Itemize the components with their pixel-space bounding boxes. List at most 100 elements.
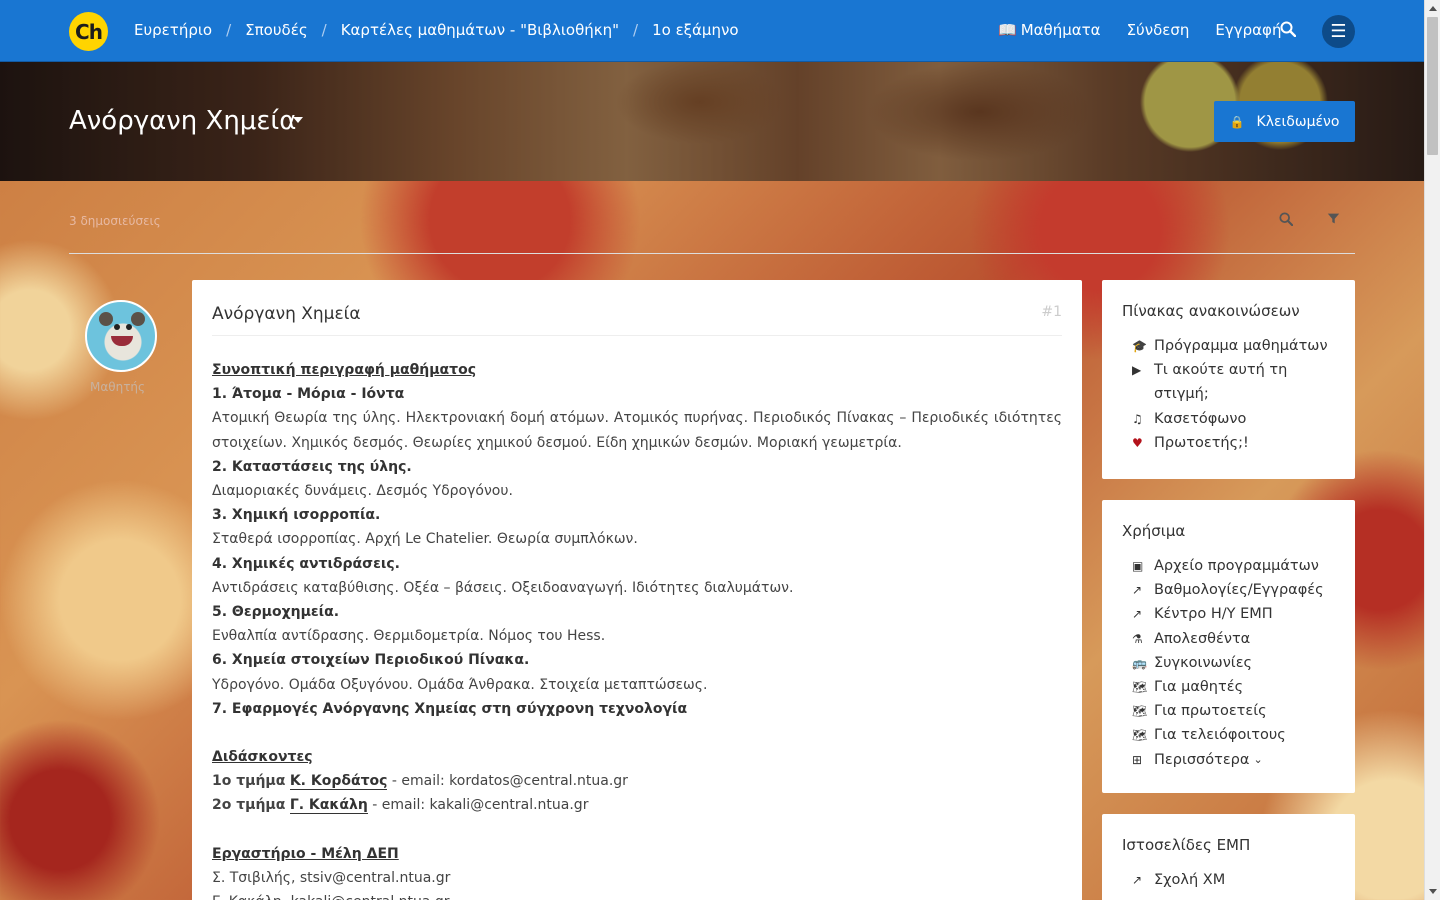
sidebar-item-transport[interactable]: 🚌 Συγκοινωνίες	[1122, 651, 1335, 675]
section-title: 6. Χημεία στοιχείων Περιοδικού Πίνακα.	[212, 652, 530, 669]
section-text: Σταθερά ισορροπίας. Αρχή Le Chatelier. Θ…	[212, 531, 638, 548]
book-icon: 📖	[998, 21, 1017, 39]
sidebar-item-label: Βαθμολογίες/Εγγραφές	[1154, 582, 1324, 599]
breadcrumb-separator: /	[321, 21, 327, 39]
email-label: - email:	[372, 797, 426, 814]
avatar[interactable]	[85, 300, 157, 372]
breadcrumb-index[interactable]: Ευρετήριο	[134, 21, 212, 39]
topic-dropdown-caret-icon[interactable]	[293, 117, 303, 123]
section-title: 4. Χημικές αντιδράσεις.	[212, 555, 400, 572]
section-text: Διαμοριακές δυνάμεις. Δεσμός Υδρογόνου.	[212, 483, 513, 500]
sidebar-item-freshmen[interactable]: 🗺 Για πρωτοετείς	[1122, 699, 1335, 723]
sidebar-item-computer-center[interactable]: ↗ Κέντρο Η/Υ ΕΜΠ	[1122, 602, 1335, 626]
site-logo[interactable]: Ch	[69, 12, 108, 51]
lock-icon: 🔒	[1229, 114, 1245, 129]
sidebar-item-label: Για πρωτοετείς	[1154, 703, 1267, 720]
section-title: 1. Άτομα - Μόρια - Ιόντα	[212, 386, 405, 403]
sidebar-item-cassette[interactable]: ♫ Κασετόφωνο	[1122, 407, 1335, 431]
breadcrumb-separator: /	[226, 21, 232, 39]
search-icon	[1280, 21, 1297, 38]
section-text: Ενθαλπία αντίδρασης. Θερμιδομετρία. Νόμο…	[212, 628, 606, 645]
sidebar-item-more[interactable]: ⊞ Περισσότερα ⌄	[1122, 748, 1335, 772]
widget-title: Ιστοσελίδες ΕΜΠ	[1122, 836, 1251, 854]
breadcrumb: Ευρετήριο / Σπουδές / Καρτέλες μαθημάτων…	[134, 21, 739, 39]
teachers-heading: Διδάσκοντες	[212, 749, 313, 766]
bus-icon: 🚌	[1132, 655, 1147, 670]
sidebar-item-students[interactable]: 🗺 Για μαθητές	[1122, 675, 1335, 699]
locked-button-label: Κλειδωμένο	[1256, 113, 1340, 130]
lab-heading: Εργαστήριο - Μέλη ΔΕΠ	[212, 845, 399, 862]
courses-link-label: Μαθήματα	[1020, 21, 1101, 39]
post-count: 3 δημοσιεύσεις	[69, 214, 161, 228]
section-title: 5. Θερμοχημεία.	[212, 604, 340, 621]
section-title: 2. Καταστάσεις της ύλης.	[212, 458, 412, 475]
plus-square-icon: ⊞	[1132, 752, 1143, 767]
sidebar-item-archive[interactable]: ▣ Αρχείο προγραμμάτων	[1122, 554, 1335, 578]
sidebar-item-freshman[interactable]: ♥ Πρωτοετής;!	[1122, 431, 1335, 455]
breadcrumb-studies[interactable]: Σπουδές	[245, 21, 307, 39]
map-icon: 🗺	[1132, 680, 1148, 695]
courses-link[interactable]: 📖 Μαθήματα	[998, 21, 1101, 39]
section-text: Υδρογόνο. Ομάδα Οξυγόνου. Ομάδα Άνθρακα.…	[212, 676, 708, 693]
register-link[interactable]: Εγγραφή	[1215, 21, 1281, 39]
teacher-link[interactable]: Γ. Κακάλη	[289, 797, 368, 815]
post-content: Συνοπτική περιγραφή μαθήματος 1. Άτομα -…	[212, 358, 1062, 900]
external-link-icon: ↗	[1132, 583, 1143, 598]
top-navbar: Ch Ευρετήριο / Σπουδές / Καρτέλες μαθημά…	[0, 0, 1424, 62]
locked-button[interactable]: 🔒 Κλειδωμένο	[1214, 101, 1355, 142]
sidebar-item-label: Περισσότερα	[1154, 751, 1250, 768]
teacher-link[interactable]: Κ. Κορδάτος	[289, 773, 388, 791]
scroll-up-icon[interactable]	[1429, 6, 1437, 11]
teacher-section-label: 1ο τμήμα	[212, 773, 286, 790]
flask-icon: ⚗	[1132, 631, 1143, 646]
scrollbar-thumb[interactable]	[1427, 17, 1438, 155]
music-icon: ♫	[1132, 411, 1143, 426]
filter-icon	[1327, 213, 1340, 224]
scroll-down-icon[interactable]	[1429, 889, 1437, 894]
sidebar-item-graduates[interactable]: 🗺 Για τελειόφοιτους	[1122, 723, 1335, 747]
search-button[interactable]	[1280, 21, 1300, 41]
sidebar-item-label: Για τελειόφοιτους	[1154, 727, 1286, 744]
breadcrumb-library[interactable]: Καρτέλες μαθημάτων - "Βιβλιοθήκη"	[341, 21, 619, 39]
sidebar-item-lost-found[interactable]: ⚗ Απολεσθέντα	[1122, 627, 1335, 651]
sidebar-item-listening[interactable]: ▶ Τι ακούτε αυτή τη στιγμή;	[1122, 358, 1335, 406]
sidebar-item-label: Πρόγραμμα μαθημάτων	[1154, 338, 1328, 354]
email-label: - email:	[391, 773, 445, 790]
chevron-down-icon: ⌄	[1253, 752, 1263, 766]
teacher-line: 2ο τμήμα Γ. Κακάλη - email: kakali@centr…	[212, 793, 1062, 817]
topic-search-button[interactable]	[1279, 212, 1294, 230]
sidebar-item-school[interactable]: ↗ Σχολή ΧΜ	[1122, 868, 1335, 892]
filter-button[interactable]	[1327, 212, 1340, 229]
author-name[interactable]: Μαθητής	[90, 380, 145, 394]
map-icon: 🗺	[1132, 704, 1148, 719]
sidebar-board-widget: Πίνακας ανακοινώσεων 🎓 Πρόγραμμα μαθημάτω…	[1102, 280, 1355, 479]
sidebar-item-label: Σχολή ΧΜ	[1154, 872, 1226, 888]
sidebar-item-label: Αρχείο προγραμμάτων	[1154, 558, 1319, 574]
sidebar-item-label: Κέντρο Η/Υ ΕΜΠ	[1154, 606, 1273, 623]
topic-toolbar: 3 δημοσιεύσεις	[69, 212, 1355, 254]
sidebar-ntua-widget: Ιστοσελίδες ΕΜΠ ↗ Σχολή ΧΜ	[1102, 814, 1355, 900]
heart-icon: ♥	[1132, 435, 1143, 450]
section-title: 7. Εφαρμογές Ανόργανης Χημείας στη σύγχρ…	[212, 700, 688, 717]
lab-member: Σ. Τσιβιλής, stsiv@central.ntua.gr	[212, 869, 451, 886]
breadcrumb-semester[interactable]: 1ο εξάμηνο	[652, 21, 738, 39]
section-text: Ατομική Θεωρία της ύλης. Ηλεκτρονιακή δο…	[212, 410, 1062, 451]
breadcrumb-separator: /	[633, 21, 639, 39]
post-number[interactable]: #1	[1041, 304, 1062, 320]
map-icon: 🗺	[1132, 728, 1148, 743]
page-scrollbar[interactable]	[1424, 0, 1440, 900]
sidebar-item-label: Πρωτοετής;!	[1154, 434, 1249, 451]
sidebar-item-grades[interactable]: ↗ Βαθμολογίες/Εγγραφές	[1122, 578, 1335, 602]
lab-member: Γ. Κακάλη, kakali@central.ntua.gr	[212, 890, 1062, 900]
teacher-email: kakali@central.ntua.gr	[429, 797, 589, 814]
menu-button[interactable]: ☰	[1322, 15, 1355, 48]
search-icon	[1279, 212, 1294, 227]
sidebar-item-label: Απολεσθέντα	[1154, 630, 1251, 647]
login-link[interactable]: Σύνδεση	[1127, 21, 1190, 39]
hamburger-icon: ☰	[1330, 21, 1347, 42]
section-title: 3. Χημική ισορροπία.	[212, 507, 381, 524]
external-link-icon: ↗	[1132, 873, 1143, 887]
teacher-email: kordatos@central.ntua.gr	[449, 773, 628, 790]
post-card: Ανόργανη Χημεία #1 Συνοπτική περιγραφή μ…	[192, 280, 1082, 900]
sidebar-item-schedule[interactable]: 🎓 Πρόγραμμα μαθημάτων	[1122, 334, 1335, 358]
